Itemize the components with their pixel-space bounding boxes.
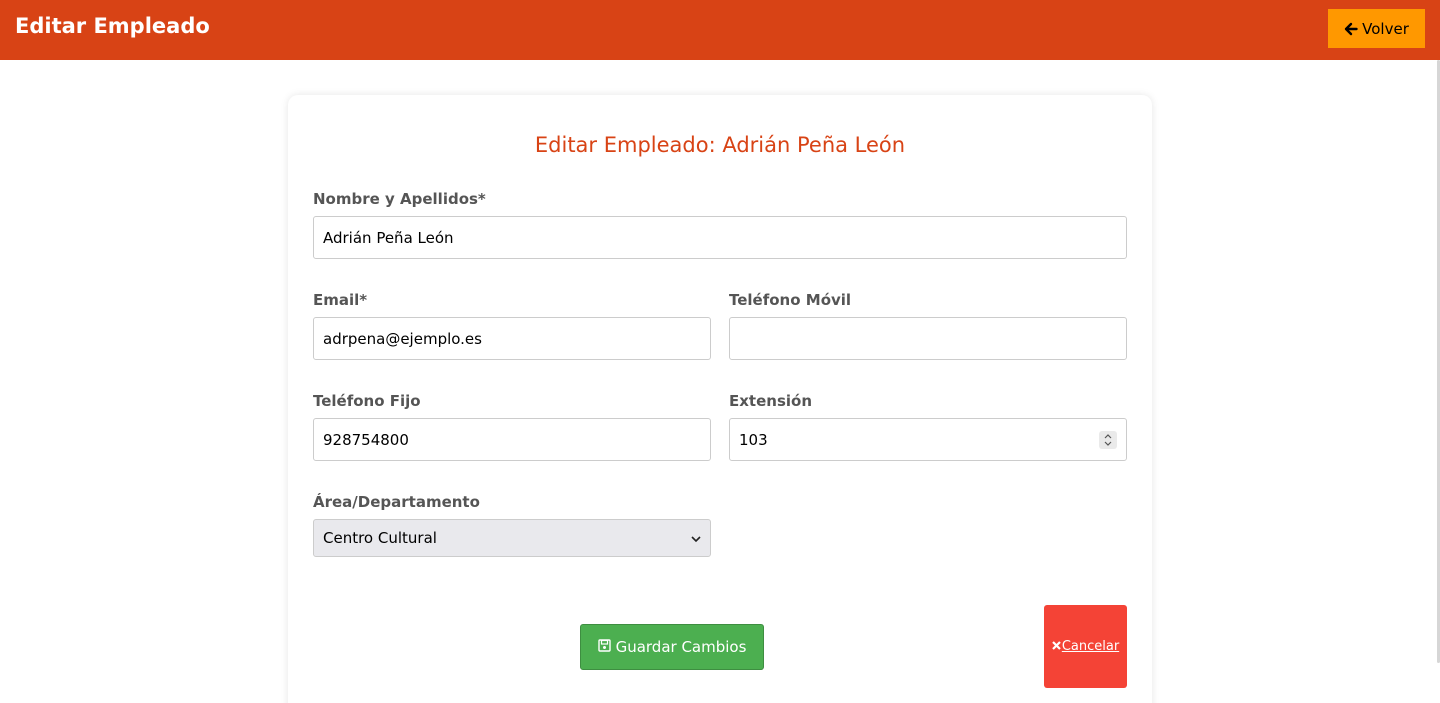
full-name-label: Nombre y Apellidos*	[313, 190, 486, 208]
arrow-left-icon	[1344, 22, 1358, 36]
close-icon	[1052, 639, 1061, 654]
landline-field[interactable]	[313, 418, 711, 461]
floppy-disk-icon	[597, 638, 611, 656]
back-button[interactable]: Volver	[1328, 9, 1425, 48]
save-changes-button[interactable]: Guardar Cambios	[580, 624, 764, 670]
landline-label: Teléfono Fijo	[313, 392, 421, 410]
department-label: Área/Departamento	[313, 493, 480, 511]
stepper-arrows-icon	[1104, 434, 1112, 446]
chevron-down-icon	[691, 529, 701, 547]
extension-stepper[interactable]	[1099, 431, 1117, 449]
cancel-button[interactable]: Cancelar	[1044, 605, 1127, 688]
extension-label: Extensión	[729, 392, 812, 410]
save-changes-label: Guardar Cambios	[615, 638, 747, 656]
mobile-label: Teléfono Móvil	[729, 291, 852, 309]
mobile-field[interactable]	[729, 317, 1127, 360]
form-heading: Editar Empleado: Adrián Peña León	[534, 133, 906, 157]
full-name-field[interactable]	[313, 216, 1127, 259]
email-label: Email*	[313, 291, 368, 309]
department-select[interactable]: Centro Cultural	[313, 519, 711, 557]
top-bar: Editar Empleado Volver	[0, 0, 1440, 60]
extension-field[interactable]	[729, 418, 1127, 461]
email-field[interactable]	[313, 317, 711, 360]
landline-input[interactable]	[323, 430, 701, 449]
cancel-label: Cancelar	[1061, 639, 1120, 654]
page-title: Editar Empleado	[15, 14, 210, 38]
back-button-label: Volver	[1362, 19, 1409, 38]
department-selected-value: Centro Cultural	[323, 529, 437, 547]
email-input[interactable]	[323, 329, 701, 348]
full-name-input[interactable]	[323, 228, 1117, 247]
mobile-input[interactable]	[739, 329, 1117, 348]
extension-input[interactable]	[739, 430, 1117, 449]
